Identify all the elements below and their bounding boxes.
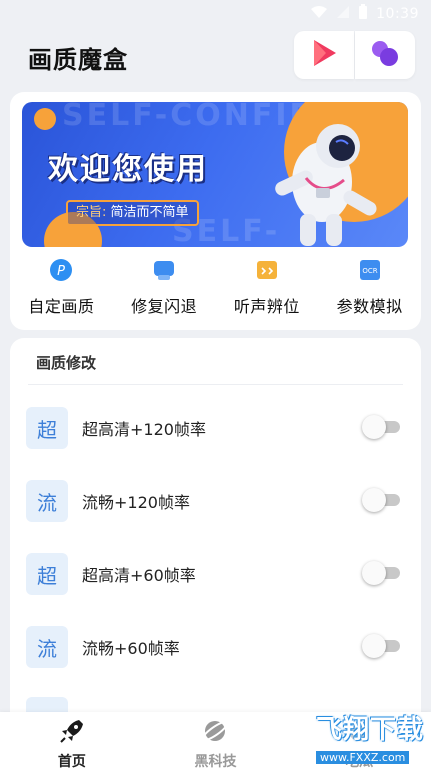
app-header: 画质魔盒: [0, 28, 431, 88]
nav-label: 首页: [57, 754, 86, 769]
quality-toggle[interactable]: [362, 488, 400, 512]
site-watermark-title: 飞翔下载: [316, 715, 425, 745]
quality-option-label: 流畅+60帧率: [82, 639, 180, 658]
quick-action-fix-crash[interactable]: 修复闪退: [114, 257, 214, 325]
svg-text:P: P: [57, 264, 65, 279]
section-title: 画质修改: [36, 354, 97, 372]
quick-action-label: 自定画质: [28, 297, 95, 316]
quick-action-label: 听声辨位: [233, 297, 300, 316]
circles-logo-icon: [370, 38, 400, 72]
top-card: SELF-CONFID SELF-CONFIDEN 欢迎您使用 宗旨: 简洁而不…: [10, 92, 421, 330]
banner-dot: [34, 108, 56, 130]
nav-tech[interactable]: 黑科技: [165, 712, 265, 769]
play-logo-icon: [310, 38, 338, 72]
planet-icon: [200, 720, 230, 750]
quick-action-label: 参数模拟: [336, 297, 403, 316]
app-title: 画质魔盒: [28, 46, 128, 74]
box-icon: [255, 258, 279, 286]
nav-home[interactable]: 首页: [22, 712, 122, 769]
astronaut-illustration: [250, 106, 390, 247]
quick-actions: P 自定画质 修复闪退 听声辨位 OCR 参数模拟: [10, 257, 421, 325]
quality-badge: 超: [26, 553, 68, 595]
quality-option[interactable]: 流 流畅+120帧率: [26, 479, 406, 523]
oc-icon: OCR: [358, 258, 382, 286]
quality-option-label: 流畅+120帧率: [82, 493, 190, 512]
rocket-icon: [57, 720, 87, 750]
quality-option-label: 超高清+60帧率: [82, 566, 196, 585]
slogan-text: 简洁而不简单: [110, 205, 189, 220]
quality-option-label: 超高清+120帧率: [82, 420, 206, 439]
battery-icon: [358, 4, 368, 24]
quality-toggle[interactable]: [362, 561, 400, 585]
wifi-icon: [310, 5, 328, 23]
p-circle-icon: P: [49, 258, 73, 286]
quick-action-sound-locate[interactable]: 听声辨位: [217, 257, 317, 325]
nav-label: 黑科技: [194, 754, 237, 769]
quality-badge: 流: [26, 480, 68, 522]
site-logo-icon: [262, 712, 308, 762]
quick-action-param-sim[interactable]: OCR 参数模拟: [320, 257, 420, 325]
theme-app-button[interactable]: [355, 31, 415, 79]
quality-option[interactable]: 流 流畅+60帧率: [26, 625, 406, 669]
oc-icon-text: OCR: [362, 267, 377, 275]
status-time: 10:39: [376, 6, 419, 22]
quick-action-label: 修复闪退: [131, 297, 198, 316]
quick-action-custom-quality[interactable]: P 自定画质: [11, 257, 111, 325]
video-app-button[interactable]: [294, 31, 354, 79]
banner-slogan: 宗旨: 简洁而不简单: [66, 200, 199, 226]
quality-badge: 超: [26, 407, 68, 449]
site-watermark-url: www.FXXZ.com: [316, 751, 410, 764]
quality-option[interactable]: 超 超高清+120帧率: [26, 406, 406, 450]
quality-card: 画质修改 超 超高清+120帧率 流 流畅+120帧率 超 超高清+60帧率 流…: [10, 338, 421, 718]
signal-icon: [336, 5, 350, 23]
quality-toggle[interactable]: [362, 415, 400, 439]
quality-toggle[interactable]: [362, 634, 400, 658]
site-watermark: 飞翔下载 www.FXXZ.com: [262, 708, 427, 766]
banner-title: 欢迎您使用: [48, 152, 208, 187]
quality-option[interactable]: 超 超高清+60帧率: [26, 552, 406, 596]
slogan-label: 宗旨:: [76, 205, 107, 220]
status-bar: 10:39: [0, 0, 431, 28]
welcome-banner[interactable]: SELF-CONFID SELF-CONFIDEN 欢迎您使用 宗旨: 简洁而不…: [22, 102, 408, 247]
quality-badge: 流: [26, 626, 68, 668]
chat-icon: [152, 258, 176, 286]
divider: [28, 384, 403, 385]
